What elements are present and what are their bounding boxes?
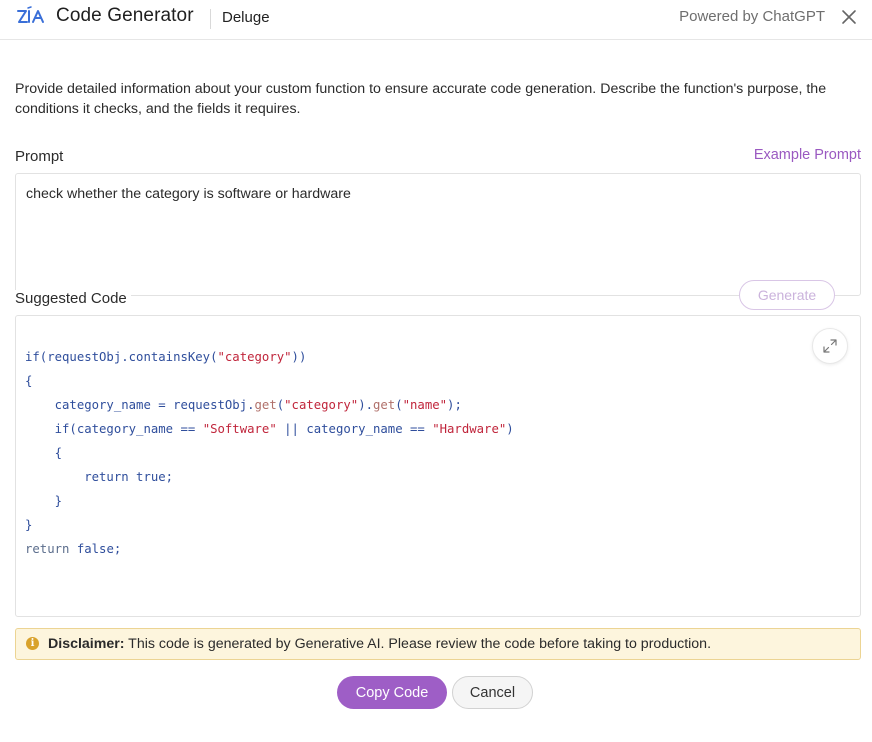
disclaimer-text: Disclaimer: This code is generated by Ge… (48, 636, 711, 652)
prompt-input[interactable]: check whether the category is software o… (15, 173, 861, 296)
description-text: Provide detailed information about your … (15, 81, 827, 117)
disclaimer-strong: Disclaimer: (48, 636, 125, 652)
code-editor[interactable]: if(requestObj.containsKey("category")){ … (15, 315, 861, 617)
close-icon[interactable] (840, 8, 858, 26)
code-line: return true; (25, 470, 174, 484)
dialog-header: Code Generator Deluge Powered by ChatGPT (0, 0, 872, 40)
code-line: } (25, 518, 33, 532)
powered-by-label: Powered by ChatGPT (679, 8, 825, 25)
code-block: if(requestObj.containsKey("category")){ … (25, 345, 514, 561)
code-line: if(requestObj.containsKey("category")) (25, 350, 307, 364)
disclaimer-body: This code is generated by Generative AI.… (124, 636, 712, 652)
app-title: Code Generator (56, 5, 194, 26)
code-line: } (25, 494, 63, 508)
generate-button[interactable]: Generate (739, 280, 835, 310)
code-line: { (25, 374, 33, 388)
suggested-code-label: Suggested Code (15, 290, 131, 307)
code-generator-dialog: Code Generator Deluge Powered by ChatGPT… (0, 0, 872, 742)
code-line: category_name = requestObj.get("category… (25, 398, 462, 412)
copy-code-button[interactable]: Copy Code (337, 676, 447, 709)
zia-logo-icon (17, 6, 44, 23)
language-label: Deluge (222, 9, 270, 26)
cancel-button[interactable]: Cancel (452, 676, 533, 709)
code-line: if(category_name == "Software" || catego… (25, 422, 514, 436)
disclaimer-banner: i Disclaimer: This code is generated by … (15, 628, 861, 660)
expand-icon (823, 339, 837, 353)
prompt-label: Prompt (15, 148, 64, 165)
title-divider (210, 9, 211, 29)
expand-button[interactable] (812, 328, 848, 364)
code-line: return false; (25, 542, 122, 556)
example-prompt-link[interactable]: Example Prompt (754, 147, 861, 163)
code-line: { (25, 446, 63, 460)
info-icon: i (26, 637, 39, 650)
